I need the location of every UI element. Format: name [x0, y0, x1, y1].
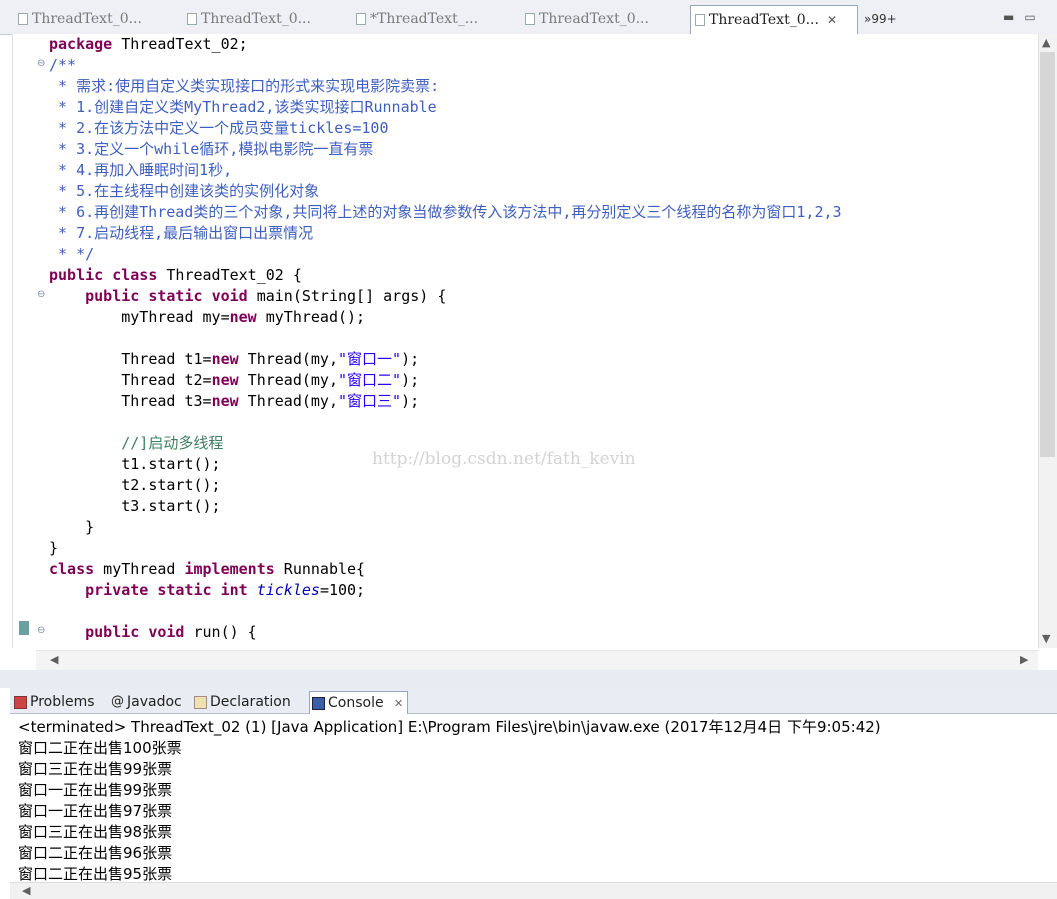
console-line: 窗口二正在出售100张票 — [18, 739, 182, 757]
code-line: * 3.定义一个while循环,模拟电影院一直有票 — [49, 140, 374, 158]
code-line: Thread t3=new Thread(my,"窗口三"); — [49, 392, 420, 410]
scroll-right-icon[interactable]: ▶ — [1020, 653, 1028, 666]
console-horizontal-scrollbar[interactable] — [10, 882, 1057, 899]
code-line: t2.start(); — [49, 476, 221, 494]
console-line: 窗口三正在出售98张票 — [18, 823, 173, 841]
console-output[interactable]: <terminated> ThreadText_02 (1) [Java App… — [10, 714, 1057, 883]
tab-console[interactable]: Console ✕ — [309, 691, 409, 714]
console-line: 窗口二正在出售95张票 — [18, 865, 173, 883]
fold-collapse-icon[interactable]: ⊖ — [37, 58, 45, 69]
panel-separator[interactable] — [0, 670, 1057, 688]
java-file-icon — [356, 13, 366, 25]
scroll-down-icon[interactable]: ▼ — [1042, 632, 1050, 645]
at-sign-icon: @ — [111, 694, 124, 709]
code-line: * */ — [49, 245, 95, 263]
console-terminated-header: <terminated> ThreadText_02 (1) [Java App… — [18, 718, 881, 736]
console-line: 窗口一正在出售99张票 — [18, 781, 173, 799]
code-line: /** — [49, 56, 77, 74]
editor-tab-4[interactable]: ThreadText_0... — [521, 5, 689, 33]
code-line: public static void main(String[] args) { — [85, 287, 447, 305]
view-tab-bar: Problems @ Javadoc Declaration Console ✕ — [10, 688, 1057, 714]
code-line: Thread t1=new Thread(my,"窗口一"); — [49, 350, 420, 368]
window-controls: ▬▭ — [1003, 10, 1046, 24]
code-line: myThread my=new myThread(); — [49, 308, 366, 326]
code-line: public class ThreadText_02 { — [49, 266, 302, 284]
java-file-icon — [187, 13, 197, 25]
override-marker-icon — [19, 621, 29, 635]
code-line: class myThread implements Runnable{ — [49, 560, 366, 578]
code-line: } — [49, 518, 95, 536]
code-line: t3.start(); — [49, 497, 221, 515]
fold-collapse-icon[interactable]: ⊖ — [37, 289, 45, 300]
problems-icon — [14, 696, 27, 709]
code-line: * 1.创建自定义类MyThread2,该类实现接口Runnable — [49, 98, 437, 116]
code-line: * 2.在该方法中定义一个成员变量tickles=100 — [49, 119, 389, 137]
scroll-left-icon[interactable]: ◀ — [50, 653, 58, 666]
code-line: * 4.再加入睡眠时间1秒, — [49, 161, 233, 179]
java-file-icon — [695, 14, 705, 26]
editor-tab-2[interactable]: ThreadText_0... — [183, 5, 351, 33]
code-line: * 5.在主线程中创建该类的实例化对象 — [49, 182, 320, 200]
editor-tab-bar: ThreadText_0... ThreadText_0... *ThreadT… — [0, 0, 1057, 35]
tab-label: Javadoc — [127, 694, 182, 710]
tab-label: Declaration — [210, 694, 291, 710]
console-line: 窗口一正在出售97张票 — [18, 802, 173, 820]
fold-collapse-icon[interactable]: ⊖ — [37, 625, 45, 636]
editor-tab-3[interactable]: *ThreadText_... — [352, 5, 520, 33]
console-icon — [312, 697, 325, 710]
scrollbar-thumb[interactable] — [1040, 52, 1055, 457]
tab-label: Console — [328, 695, 384, 711]
maximize-icon[interactable]: ▭ — [1024, 10, 1045, 24]
minimize-icon[interactable]: ▬ — [1003, 10, 1024, 24]
tab-label: Problems — [30, 694, 95, 710]
editor-tab-1[interactable]: ThreadText_0... — [14, 5, 182, 33]
code-line: } — [49, 539, 59, 557]
scroll-up-icon[interactable]: ▲ — [1042, 36, 1050, 49]
code-line: package ThreadText_02; — [49, 35, 248, 53]
java-file-icon — [525, 13, 535, 25]
editor-tab-label: *ThreadText_... — [370, 11, 479, 27]
java-file-icon — [18, 13, 28, 25]
code-line: public void run() { — [85, 623, 257, 641]
code-line: * 需求:使用自定义类实现接口的形式来实现电影院卖票: — [49, 77, 440, 95]
declaration-icon — [194, 696, 207, 709]
editor-tab-label: ThreadText_0... — [32, 11, 142, 27]
code-line: * 7.启动线程,最后输出窗口出票情况 — [49, 224, 314, 242]
code-line: * 6.再创建Thread类的三个对象,共同将上述的对象当做参数传入该方法中,再… — [49, 203, 842, 221]
code-line: Thread t2=new Thread(my,"窗口二"); — [49, 371, 420, 389]
editor-tab-5-active[interactable]: ThreadText_0... ✕ — [690, 5, 858, 34]
tab-overflow-button[interactable]: »99+ — [864, 12, 897, 26]
code-line: //]启动多线程 — [49, 434, 224, 452]
code-editor[interactable]: ⊖ ⊖ ⊖ package ThreadText_02; /** * 需求:使用… — [12, 34, 1039, 648]
console-line: 窗口二正在出售96张票 — [18, 844, 173, 862]
tab-problems[interactable]: Problems — [12, 691, 95, 713]
editor-horizontal-scrollbar[interactable] — [36, 650, 1038, 671]
editor-tab-label: ThreadText_0... — [201, 11, 311, 27]
tab-declaration[interactable]: Declaration — [192, 691, 291, 713]
editor-tab-label: ThreadText_0... — [539, 11, 649, 27]
tab-javadoc[interactable]: @ Javadoc — [109, 691, 182, 713]
watermark: http://blog.csdn.net/fath_kevin — [372, 449, 636, 469]
console-line: 窗口三正在出售99张票 — [18, 760, 173, 778]
code-line: private static int tickles=100; — [85, 581, 366, 599]
editor-gutter — [13, 34, 33, 648]
editor-tab-label: ThreadText_0... — [709, 12, 819, 28]
scroll-left-icon[interactable]: ◀ — [22, 884, 30, 897]
close-view-icon[interactable]: ✕ — [394, 697, 403, 710]
code-line: t1.start(); — [49, 455, 221, 473]
close-tab-icon[interactable]: ✕ — [827, 13, 837, 27]
